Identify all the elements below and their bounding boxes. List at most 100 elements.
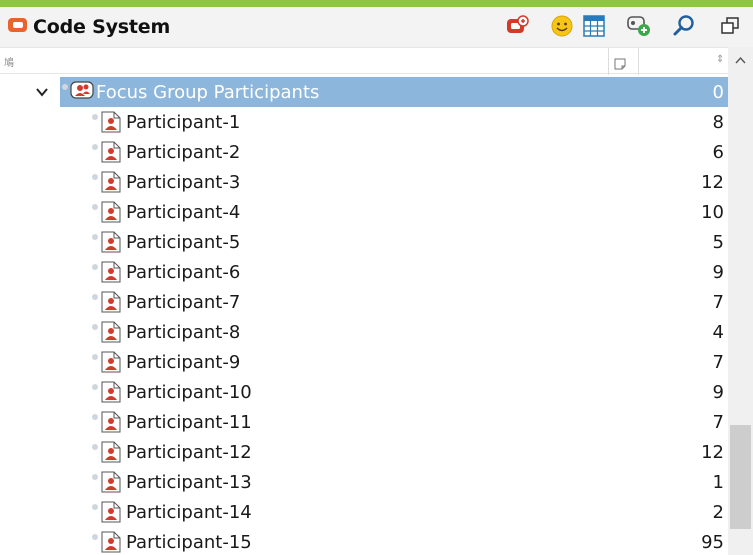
color-dot — [92, 384, 98, 390]
tree-label: Participant-9 — [126, 352, 241, 373]
coded-count: 9 — [712, 262, 724, 283]
tree-label: Participant-12 — [126, 442, 252, 463]
tree-label: Participant-7 — [126, 292, 241, 313]
person-code-icon — [101, 201, 121, 223]
tree-row[interactable]: Participant-11 7 — [0, 407, 728, 437]
person-code-icon — [101, 171, 121, 193]
coded-count: 12 — [701, 172, 724, 193]
tree-row[interactable]: Participant-6 9 — [0, 257, 728, 287]
scroll-thumb[interactable] — [730, 425, 751, 529]
tree-row[interactable]: Participant-10 9 — [0, 377, 728, 407]
person-code-icon — [101, 501, 121, 523]
coded-count: 7 — [712, 352, 724, 373]
tree-row[interactable]: Participant-15 95 — [0, 527, 728, 555]
color-dot — [92, 354, 98, 360]
vertical-scrollbar[interactable] — [728, 47, 753, 555]
tree-row[interactable]: Participant-3 12 — [0, 167, 728, 197]
search-icon[interactable] — [670, 12, 698, 40]
tree-row[interactable]: Participant-9 7 — [0, 347, 728, 377]
tree-row[interactable]: Participant-1 8 — [0, 107, 728, 137]
tree-label: Participant-3 — [126, 172, 241, 193]
person-code-icon — [101, 441, 121, 463]
coded-count: 7 — [712, 292, 724, 313]
tree-row[interactable]: Participant-12 12 — [0, 437, 728, 467]
memo-icon[interactable] — [614, 55, 626, 74]
person-code-icon — [101, 231, 121, 253]
color-dot — [92, 174, 98, 180]
tree-label: Participant-4 — [126, 202, 241, 223]
person-code-icon — [101, 261, 121, 283]
tree-row[interactable]: Participant-7 7 — [0, 287, 728, 317]
tree-label: Participant-5 — [126, 232, 241, 253]
color-dot — [92, 114, 98, 120]
scroll-up-arrow-icon[interactable] — [735, 53, 746, 67]
coded-count: 1 — [712, 472, 724, 493]
accent-bar — [0, 0, 753, 7]
coded-count: 7 — [712, 412, 724, 433]
code-tree: Focus Group Participants 0 Participant-1… — [0, 77, 728, 555]
coded-count: 8 — [712, 112, 724, 133]
tree-label: Participant-1 — [126, 112, 241, 133]
person-code-icon — [101, 141, 121, 163]
color-dot — [62, 84, 68, 90]
coded-count: 95 — [701, 532, 724, 553]
tree-label: Participant-13 — [126, 472, 252, 493]
color-dot — [92, 264, 98, 270]
coded-count: 2 — [712, 502, 724, 523]
tree-label: Participant-15 — [126, 532, 252, 553]
coded-count: 5 — [712, 232, 724, 253]
tree-row[interactable]: Participant-5 5 — [0, 227, 728, 257]
coded-count: 6 — [712, 142, 724, 163]
color-dot — [92, 534, 98, 540]
tree-label: Participant-2 — [126, 142, 241, 163]
tree-column-glyph: 鳩 — [4, 58, 14, 69]
new-code-icon[interactable] — [625, 12, 653, 40]
color-dot — [92, 234, 98, 240]
coded-count: 9 — [712, 382, 724, 403]
tree-row[interactable]: Participant-4 10 — [0, 197, 728, 227]
column-divider[interactable] — [608, 48, 609, 75]
person-code-icon — [101, 531, 121, 553]
tree-row-parent[interactable]: Focus Group Participants 0 — [0, 77, 728, 107]
filter-codes-icon[interactable] — [503, 12, 531, 40]
color-dot — [92, 294, 98, 300]
coded-count: 10 — [701, 202, 724, 223]
coded-count: 4 — [712, 322, 724, 343]
color-dot — [92, 204, 98, 210]
title-bar: Code System — [0, 7, 753, 47]
code-system-icon — [7, 16, 29, 34]
tree-label: Participant-8 — [126, 322, 241, 343]
tree-row[interactable]: Participant-2 6 — [0, 137, 728, 167]
color-dot — [92, 474, 98, 480]
tree-row[interactable]: Participant-13 1 — [0, 467, 728, 497]
tree-label: Participant-6 — [126, 262, 241, 283]
table-icon[interactable] — [580, 12, 608, 40]
person-code-icon — [101, 321, 121, 343]
chevron-down-icon[interactable] — [35, 84, 49, 98]
color-dot — [92, 444, 98, 450]
tree-row[interactable]: Participant-8 4 — [0, 317, 728, 347]
person-code-icon — [101, 411, 121, 433]
person-code-icon — [101, 291, 121, 313]
person-code-icon — [101, 471, 121, 493]
tree-label: Participant-11 — [126, 412, 252, 433]
color-dot — [92, 144, 98, 150]
smiley-icon[interactable] — [548, 12, 576, 40]
column-header: 鳩 ⇕ — [0, 47, 728, 75]
coded-count: 0 — [712, 82, 724, 103]
sort-icon[interactable]: ⇕ — [716, 54, 724, 65]
column-divider[interactable] — [638, 48, 639, 75]
tree-row[interactable]: Participant-14 2 — [0, 497, 728, 527]
color-dot — [92, 414, 98, 420]
coded-count: 12 — [701, 442, 724, 463]
person-code-icon — [101, 351, 121, 373]
undock-icon[interactable] — [716, 12, 744, 40]
color-dot — [92, 504, 98, 510]
person-code-icon — [101, 381, 121, 403]
tree-label: Participant-14 — [126, 502, 252, 523]
tree-label: Participant-10 — [126, 382, 252, 403]
color-dot — [92, 324, 98, 330]
code-group-icon — [70, 81, 94, 103]
tree-label: Focus Group Participants — [96, 82, 320, 103]
panel-title: Code System — [33, 16, 171, 38]
